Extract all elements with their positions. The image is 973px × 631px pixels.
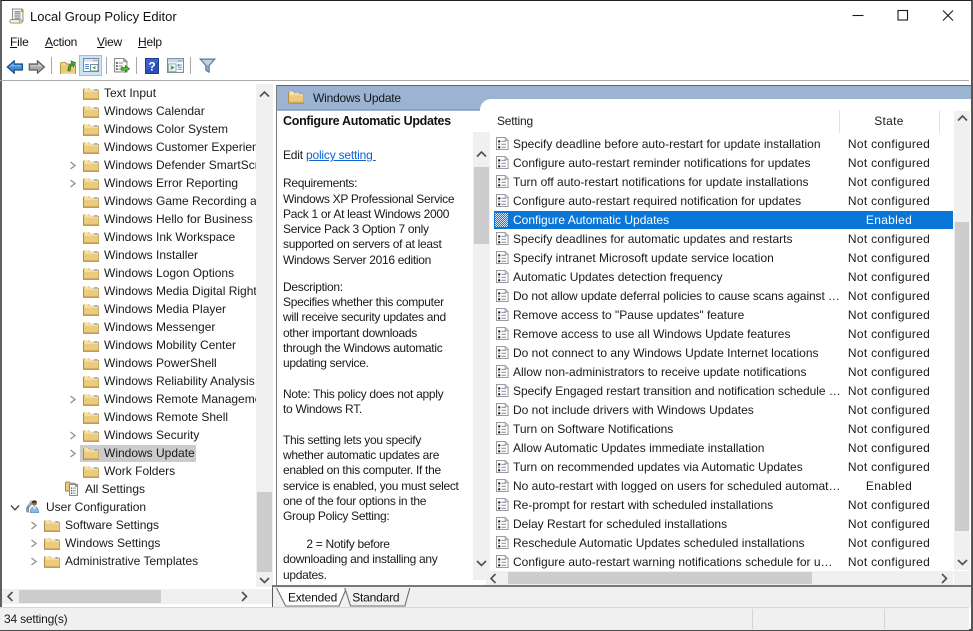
svg-text:Standard: Standard (352, 591, 399, 605)
svg-text:Extended: Extended (288, 591, 337, 605)
